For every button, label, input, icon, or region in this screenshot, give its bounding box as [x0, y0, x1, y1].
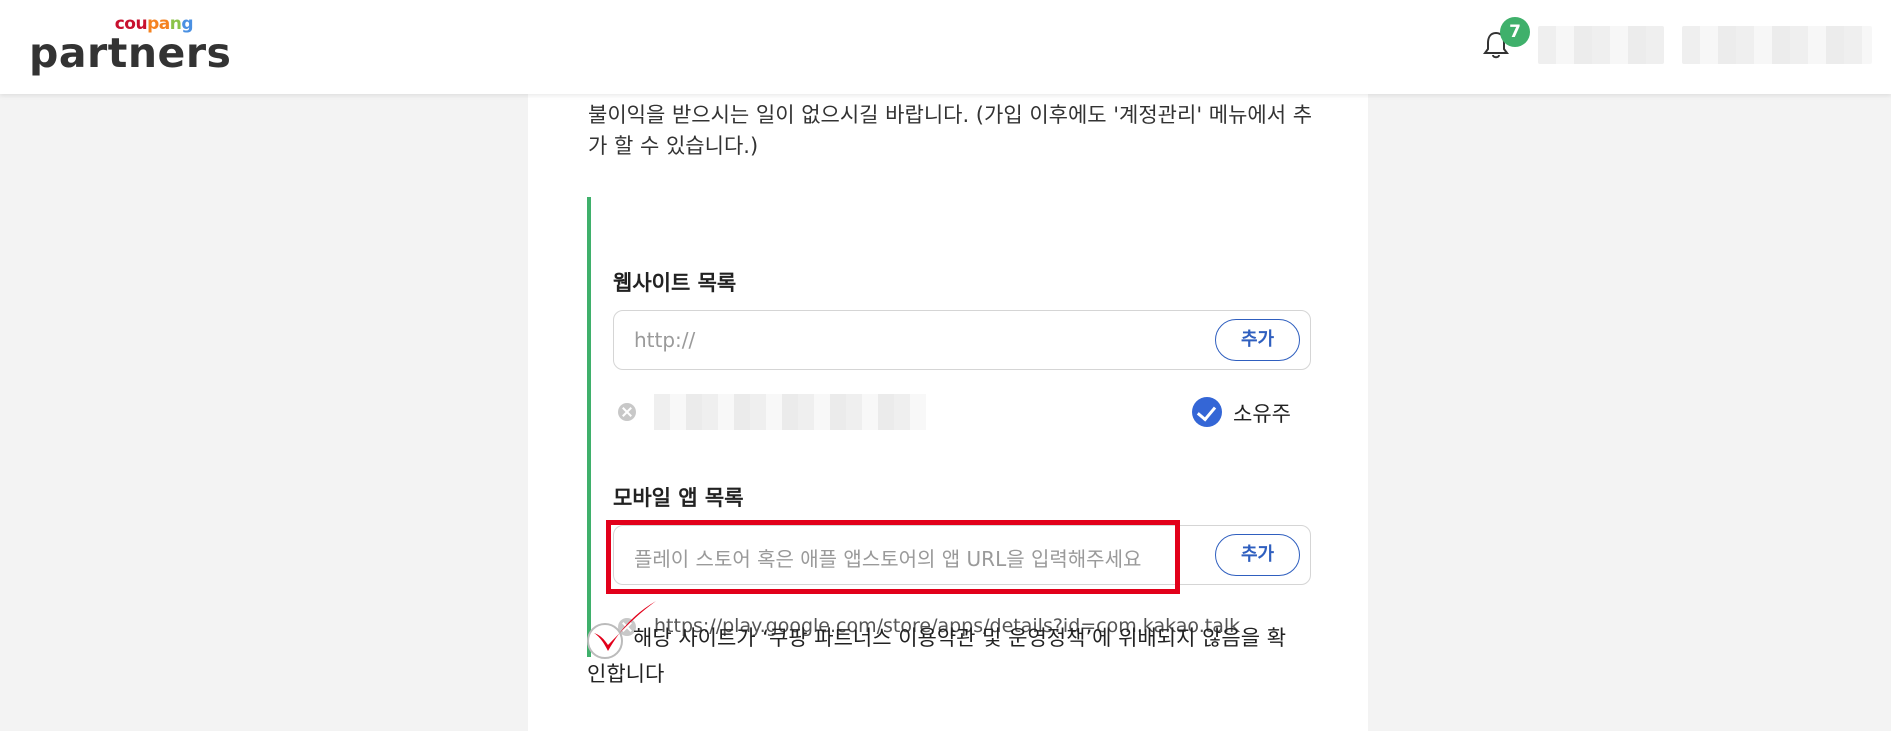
website-add-button[interactable]: 추가 — [1215, 319, 1300, 361]
top-header: coupang partners 7 — [0, 0, 1891, 94]
app-add-button[interactable]: 추가 — [1215, 534, 1300, 576]
notification-badge[interactable]: 7 — [1500, 17, 1530, 47]
website-list-title: 웹사이트 목록 — [613, 271, 737, 295]
website-url-redacted — [654, 394, 926, 430]
coupang-partners-logo[interactable]: coupang partners — [29, 14, 231, 77]
user-name-redacted[interactable] — [1538, 26, 1664, 64]
agreement-text: 해당 사이트가 ‘쿠팡 파트너스 이용약관 및 운영정책’에 위배되지 않음을 … — [587, 626, 1287, 686]
red-highlight-box — [606, 520, 1180, 594]
logo-partners-text: partners — [29, 29, 232, 77]
account-menu-redacted[interactable] — [1682, 26, 1872, 64]
website-url-placeholder: http:// — [634, 328, 696, 352]
owner-check-icon[interactable] — [1192, 397, 1222, 427]
owner-label: 소유주 — [1233, 402, 1291, 426]
mobile-app-list-title: 모바일 앱 목록 — [613, 486, 744, 510]
website-url-input[interactable]: http:// 추가 — [613, 310, 1311, 370]
intro-notice: 불이익을 받으시는 일이 없으시길 바랍니다. (가입 이후에도 '계정관리' … — [588, 103, 1313, 158]
signup-card: 불이익을 받으시는 일이 없으시길 바랍니다. (가입 이후에도 '계정관리' … — [528, 70, 1368, 731]
remove-website-icon[interactable] — [618, 403, 636, 421]
